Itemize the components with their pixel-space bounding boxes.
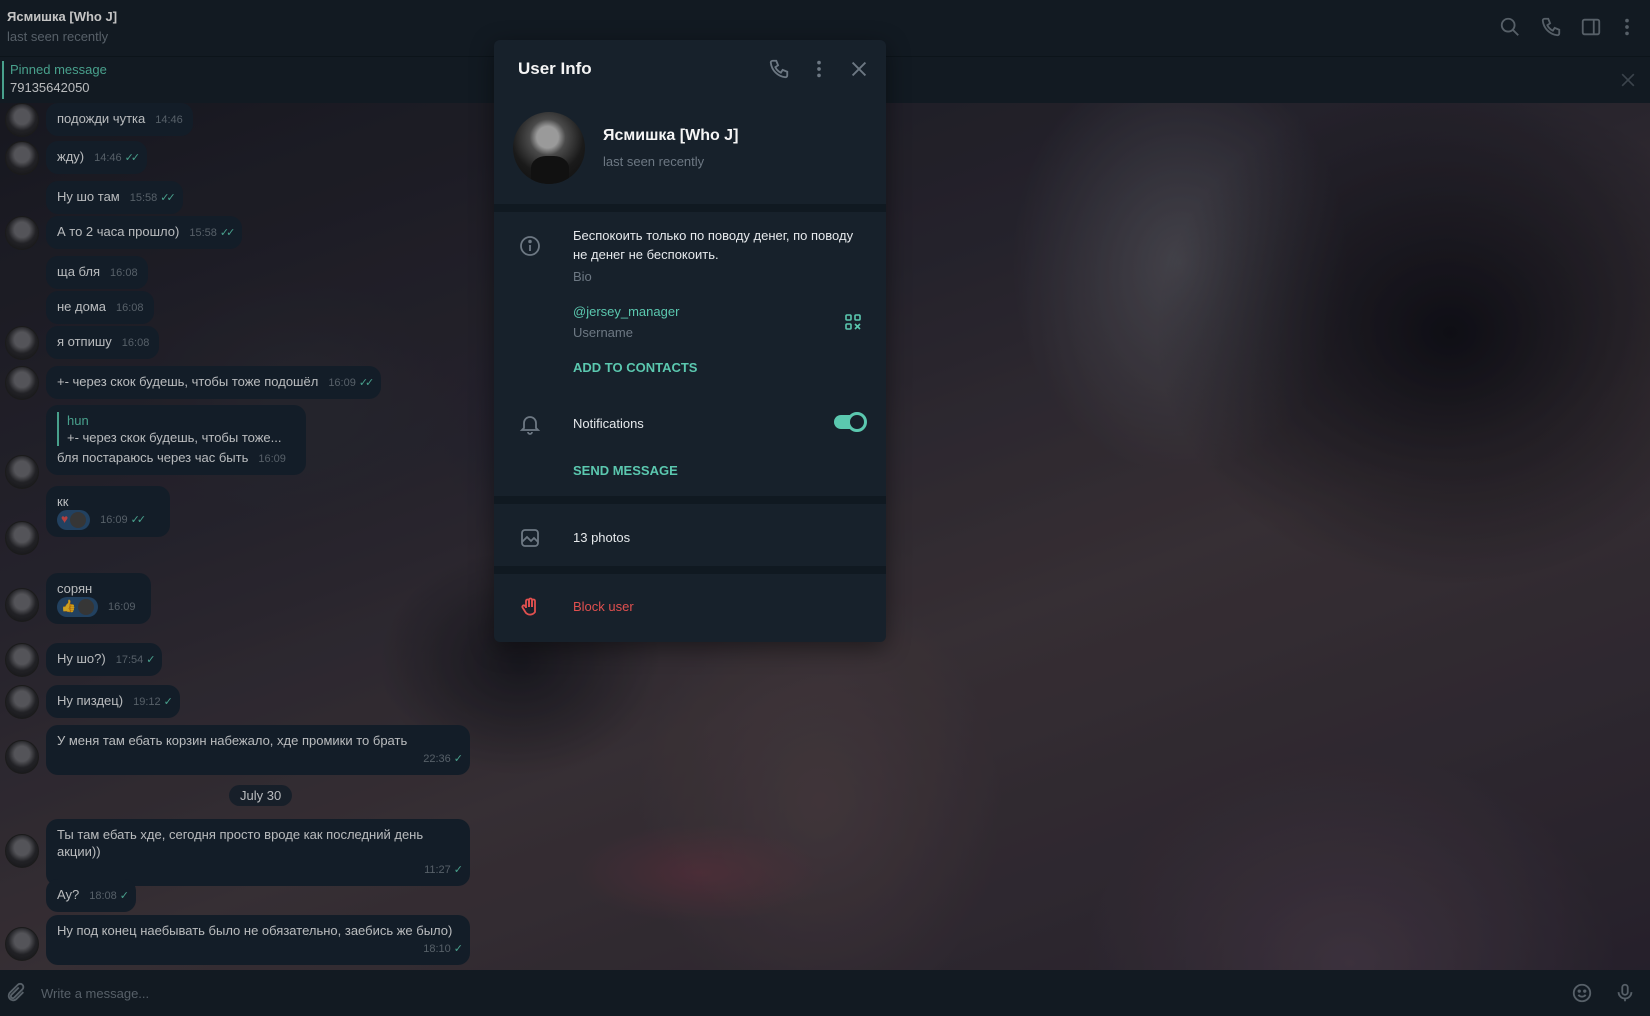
profile-avatar[interactable] <box>513 112 585 184</box>
bell-icon <box>518 412 542 436</box>
phone-icon[interactable] <box>768 58 790 80</box>
bio-text: Беспокоить только по поводу денег, по по… <box>573 228 854 262</box>
block-hand-icon <box>518 596 542 620</box>
profile-name: Ясмишка [Who J] <box>603 127 739 144</box>
username-link[interactable]: @jersey_manager <box>573 304 679 319</box>
section-divider <box>494 204 886 212</box>
block-user-button[interactable]: Block user <box>573 599 634 614</box>
username-label: Username <box>573 325 633 340</box>
section-divider <box>494 496 886 504</box>
more-vertical-icon[interactable] <box>808 58 830 80</box>
notifications-toggle[interactable] <box>834 412 867 432</box>
profile-status: last seen recently <box>603 154 705 169</box>
bio-label: Bio <box>573 269 592 284</box>
photo-icon <box>518 526 542 550</box>
dialog-title: User Info <box>518 59 592 78</box>
section-divider <box>494 566 886 574</box>
notifications-label: Notifications <box>573 416 644 431</box>
send-message-button[interactable]: SEND MESSAGE <box>573 463 678 478</box>
add-to-contacts-button[interactable]: ADD TO CONTACTS <box>573 360 697 375</box>
shared-photos-link[interactable]: 13 photos <box>573 530 630 545</box>
info-icon <box>518 234 542 258</box>
qr-code-icon[interactable] <box>844 313 862 331</box>
user-info-dialog: User Info Ясмишка [Who J] last seen rece… <box>494 40 886 642</box>
close-icon[interactable] <box>848 58 870 80</box>
